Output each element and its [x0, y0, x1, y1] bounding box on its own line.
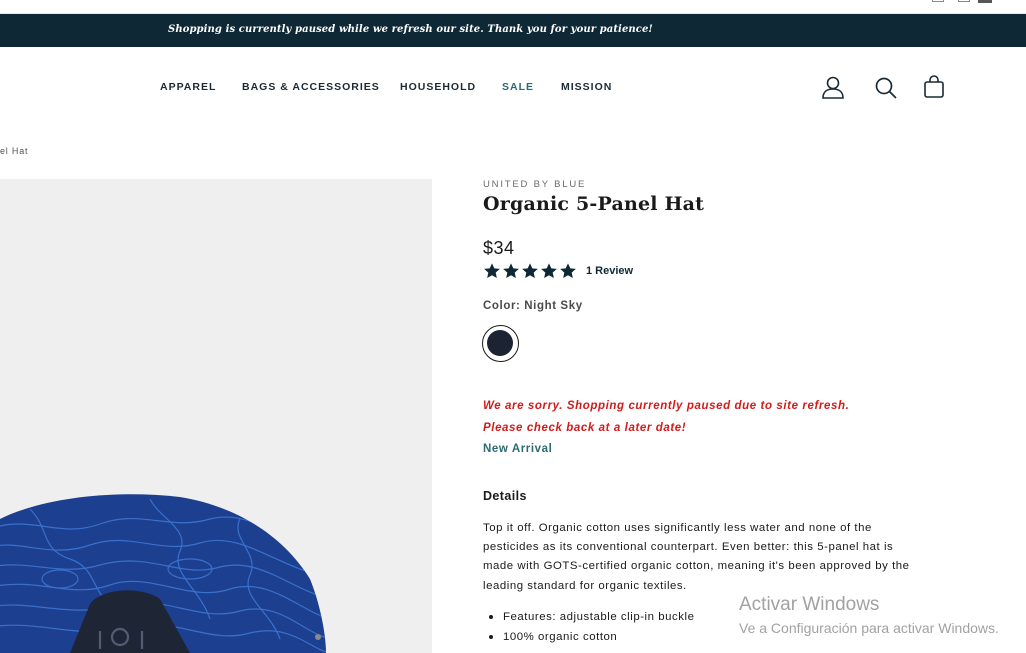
star-icon — [560, 263, 576, 279]
star-icon — [541, 263, 557, 279]
search-icon[interactable] — [873, 75, 899, 101]
cart-icon[interactable] — [921, 75, 947, 101]
nav-item-household[interactable]: HOUSEHOLD — [400, 81, 476, 93]
browser-toolbar — [0, 0, 1026, 14]
product-title: Organic 5-Panel Hat — [483, 193, 705, 215]
address-bar[interactable] — [0, 0, 160, 6]
swatch-fill — [487, 330, 513, 356]
announcement-bar: Shopping is currently paused while we re… — [0, 14, 1026, 47]
list-item: Features: adjustable clip-in buckle — [488, 609, 694, 629]
star-icon — [503, 263, 519, 279]
details-heading[interactable]: Details — [483, 489, 527, 503]
reviews-link[interactable]: 1 Review — [586, 265, 633, 277]
color-swatch-night-sky[interactable] — [482, 325, 519, 362]
feature-list: Features: adjustable clip-in buckle 100%… — [488, 609, 694, 649]
menu-icon[interactable] — [978, 0, 992, 3]
star-icon — [522, 263, 538, 279]
nav-item-bags-accessories[interactable]: BAGS & ACCESSORIES — [242, 81, 380, 93]
product-brand[interactable]: UNITED BY BLUE — [483, 179, 586, 190]
new-arrival-badge: New Arrival — [483, 443, 553, 455]
list-item: 100% organic cotton — [488, 629, 694, 649]
nav-item-mission[interactable]: MISSION — [561, 81, 612, 93]
hat-photo — [0, 494, 326, 653]
main-nav: APPAREL BAGS & ACCESSORIES HOUSEHOLD SAL… — [0, 47, 1026, 127]
tab-icon[interactable] — [958, 0, 970, 2]
rating-stars[interactable] — [483, 262, 577, 280]
announcement-text: Shopping is currently paused while we re… — [168, 24, 653, 35]
windows-watermark-subtitle: Ve a Configuración para activar Windows. — [739, 620, 999, 636]
product-price: $34 — [483, 238, 515, 258]
paused-notice-line1: We are sorry. Shopping currently paused … — [483, 400, 850, 412]
windows-watermark-title: Activar Windows — [739, 594, 880, 615]
product-description: Top it off. Organic cotton uses signific… — [483, 522, 910, 592]
account-icon[interactable] — [820, 75, 846, 101]
breadcrumb[interactable]: el Hat — [0, 146, 28, 156]
paused-notice-line2: Please check back at a later date! — [483, 422, 687, 434]
color-label: Color: Night Sky — [483, 300, 583, 312]
nav-item-sale[interactable]: SALE — [502, 81, 534, 93]
extension-icon[interactable] — [932, 0, 944, 2]
product-image[interactable] — [0, 179, 432, 653]
nav-item-apparel[interactable]: APPAREL — [160, 81, 216, 93]
star-icon — [484, 263, 500, 279]
